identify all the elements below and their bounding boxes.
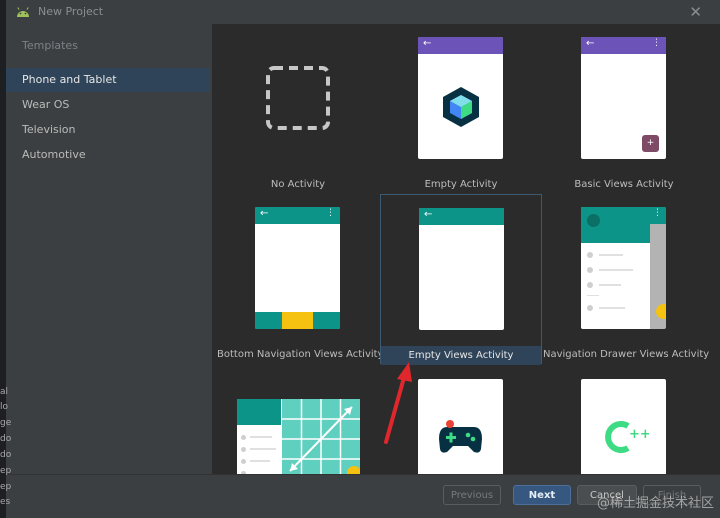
app-bar: ← ⋮ <box>255 207 340 224</box>
window-title: New Project <box>38 5 104 18</box>
title-bar: New Project ✕ <box>6 0 720 24</box>
background-text: es <box>0 497 11 507</box>
game-controller-icon <box>439 420 482 453</box>
sidebar-item-label: Television <box>22 123 76 136</box>
list-item-line <box>250 436 272 438</box>
template-responsive-views-activity[interactable] <box>217 364 379 474</box>
back-arrow-icon: ← <box>586 38 595 49</box>
navigation-drawer <box>581 207 650 329</box>
background-text: lo <box>0 402 9 412</box>
template-empty-views-activity[interactable]: ← Empty Views Activity <box>380 194 542 365</box>
drawer-item-icon <box>587 305 593 311</box>
template-no-activity[interactable]: No Activity <box>217 24 379 194</box>
phone-preview: ← ⋮ + <box>581 37 666 159</box>
list-pane <box>237 399 281 474</box>
drawer-item-icon <box>587 252 593 258</box>
overflow-menu-icon: ⋮ <box>652 38 661 48</box>
close-icon[interactable]: ✕ <box>689 3 702 21</box>
sidebar-item-wear-os[interactable]: Wear OS <box>6 93 210 117</box>
sidebar-item-television[interactable]: Television <box>6 118 210 142</box>
avatar-icon <box>587 214 600 227</box>
phone-preview <box>418 379 503 474</box>
app-bar: ← <box>419 208 504 225</box>
sidebar-header: Templates <box>22 39 78 52</box>
drawer-item-line <box>599 269 633 271</box>
no-activity-icon <box>266 66 330 130</box>
list-item-line <box>250 448 276 450</box>
drawer-item-icon <box>587 267 593 273</box>
template-label: Navigation Drawer Views Activity <box>543 349 710 360</box>
previous-button[interactable]: Previous <box>443 485 501 505</box>
phone-preview: ← <box>418 37 503 159</box>
template-navigation-drawer-views-activity[interactable]: ⋮ Navigation Drawer Views Activity <box>543 194 710 364</box>
sidebar-item-phone-and-tablet[interactable]: Phone and Tablet <box>6 68 210 92</box>
template-basic-views-activity[interactable]: ← ⋮ + Basic Views Activity <box>543 24 705 194</box>
background-text: al <box>0 387 9 397</box>
drawer-divider <box>587 295 599 296</box>
background-text: ge <box>0 418 12 428</box>
template-native-cpp[interactable]: ++ <box>543 364 705 474</box>
phone-preview: ← <box>419 208 504 330</box>
list-header <box>237 399 281 425</box>
back-arrow-icon: ← <box>424 209 433 220</box>
fab-add-icon: + <box>642 135 659 152</box>
fab-icon <box>656 304 666 319</box>
sidebar-item-automotive[interactable]: Automotive <box>6 143 210 167</box>
new-project-dialog: New Project ✕ Templates Phone and Tablet… <box>6 0 720 518</box>
template-label: Bottom Navigation Views Activity <box>217 349 384 360</box>
template-label: Basic Views Activity <box>574 179 674 190</box>
watermark: @稀土掘金技术社区 <box>596 496 714 511</box>
tablet-preview <box>237 399 360 474</box>
background-text: ep <box>0 466 12 476</box>
cpp-icon: ++ <box>605 421 649 453</box>
drawer-item-line <box>599 254 623 256</box>
list-item-line <box>250 460 270 462</box>
list-item-icon <box>241 435 246 440</box>
sidebar-item-label: Automotive <box>22 148 86 161</box>
grid-pane <box>282 399 360 474</box>
next-button[interactable]: Next <box>513 485 571 505</box>
overflow-menu-icon: ⋮ <box>653 208 662 218</box>
list-item-icon <box>241 447 246 452</box>
android-icon <box>17 7 29 17</box>
drawer-header <box>581 207 650 243</box>
sidebar-item-label: Phone and Tablet <box>22 73 117 86</box>
phone-preview: ⋮ <box>581 207 666 329</box>
annotation-arrow <box>384 362 412 444</box>
drawer-item-icon <box>587 282 593 288</box>
sidebar-item-label: Wear OS <box>22 98 70 111</box>
list-item-icon <box>241 459 246 464</box>
back-arrow-icon: ← <box>423 38 432 49</box>
back-arrow-icon: ← <box>260 208 269 219</box>
background-text: do <box>0 450 12 460</box>
drawer-item-line <box>599 307 625 309</box>
bottom-navigation-bar <box>255 312 340 329</box>
phone-preview: ← ⋮ <box>255 207 340 329</box>
template-empty-activity[interactable]: ← Empty Activity <box>380 24 542 194</box>
template-sidebar: Templates Phone and Tablet Wear OS Telev… <box>6 24 210 517</box>
template-gallery: No Activity ← Empty Activity ← ⋮ + Basic … <box>212 24 720 474</box>
app-bar: ⋮ <box>650 207 666 224</box>
template-label: Empty Activity <box>424 179 498 190</box>
overflow-menu-icon: ⋮ <box>326 208 335 218</box>
template-bottom-navigation-views-activity[interactable]: ← ⋮ Bottom Navigation Views Activity <box>217 194 384 364</box>
background-text: do <box>0 434 12 444</box>
drawer-item-line <box>599 284 621 286</box>
selected-nav-item <box>282 312 313 329</box>
svg-text:++: ++ <box>629 427 649 442</box>
app-bar: ← <box>418 37 503 54</box>
phone-preview: ++ <box>581 379 666 474</box>
template-label: No Activity <box>270 179 326 190</box>
background-text: ep <box>0 482 12 492</box>
jetpack-compose-icon <box>443 87 479 127</box>
app-bar: ← ⋮ <box>581 37 666 54</box>
